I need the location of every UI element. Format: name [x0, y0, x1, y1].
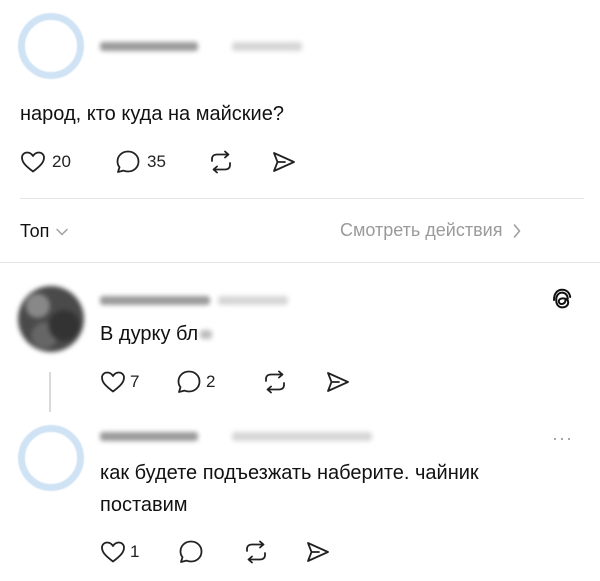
reply-1-like-button[interactable]: 7: [100, 370, 139, 394]
sort-label: Топ: [20, 221, 50, 241]
reply-1-text: В дурку бл: [100, 323, 199, 345]
view-activity-link[interactable]: Смотреть действия: [340, 220, 522, 241]
reply-1-reply-button[interactable]: 2: [176, 369, 215, 395]
heart-icon: [100, 370, 126, 394]
reply-2-username[interactable]: [100, 432, 198, 441]
reply-2-like-count: 1: [130, 542, 140, 561]
reply-2-avatar[interactable]: [18, 425, 84, 491]
heart-icon: [20, 150, 46, 174]
reply-1-text-wrap: В дурку бл: [100, 323, 213, 346]
repost-icon: [242, 540, 270, 564]
speech-bubble-icon: [178, 539, 204, 565]
reply-1-share-button[interactable]: [325, 370, 351, 394]
reply-2-repost-button[interactable]: [242, 540, 270, 564]
send-icon: [305, 540, 331, 564]
reply-2-text-line-1: как будете подъезжать наберите. чайник: [100, 462, 479, 484]
speech-bubble-icon: [176, 369, 202, 395]
send-icon: [325, 370, 351, 394]
reply-count: 35: [147, 152, 166, 171]
send-icon: [271, 150, 297, 174]
reply-2-share-button[interactable]: [305, 540, 331, 564]
thread-connector: [49, 372, 51, 412]
main-post-timestamp: [232, 42, 302, 51]
repost-button[interactable]: [207, 150, 235, 174]
heart-icon: [100, 540, 126, 564]
section-divider: [0, 262, 600, 263]
reply-2-reply-button[interactable]: [178, 539, 204, 565]
reply-1-repost-button[interactable]: [261, 370, 289, 394]
main-post-text: народ, кто куда на майские?: [20, 103, 284, 125]
share-button[interactable]: [271, 150, 297, 174]
reply-2-text-line-2: поставим: [100, 494, 188, 516]
post-divider: [20, 198, 584, 199]
like-button[interactable]: 20: [20, 150, 71, 174]
reply-1-timestamp: [218, 296, 288, 305]
reply-2-like-button[interactable]: 1: [100, 540, 139, 564]
more-options-button[interactable]: ···: [552, 428, 573, 449]
chevron-right-icon: [512, 223, 522, 239]
more-icon: ···: [552, 428, 573, 448]
main-post-username[interactable]: [100, 42, 198, 51]
reply-1-avatar[interactable]: [18, 286, 84, 352]
reply-2-timestamp: [232, 432, 372, 441]
reply-1-username[interactable]: [100, 296, 210, 305]
repost-icon: [207, 150, 235, 174]
reply-1-reply-count: 2: [206, 372, 216, 391]
speech-bubble-icon: [115, 149, 141, 175]
reply-1-like-count: 7: [130, 372, 140, 391]
chevron-down-icon: [55, 227, 69, 237]
main-post-avatar[interactable]: [18, 13, 84, 79]
threads-logo-icon[interactable]: [551, 288, 573, 312]
repost-icon: [261, 370, 289, 394]
sort-dropdown[interactable]: Топ: [20, 221, 69, 242]
reply-button[interactable]: 35: [115, 149, 166, 175]
like-count: 20: [52, 152, 71, 171]
censored-text: [200, 330, 213, 339]
view-activity-label: Смотреть действия: [340, 220, 503, 240]
